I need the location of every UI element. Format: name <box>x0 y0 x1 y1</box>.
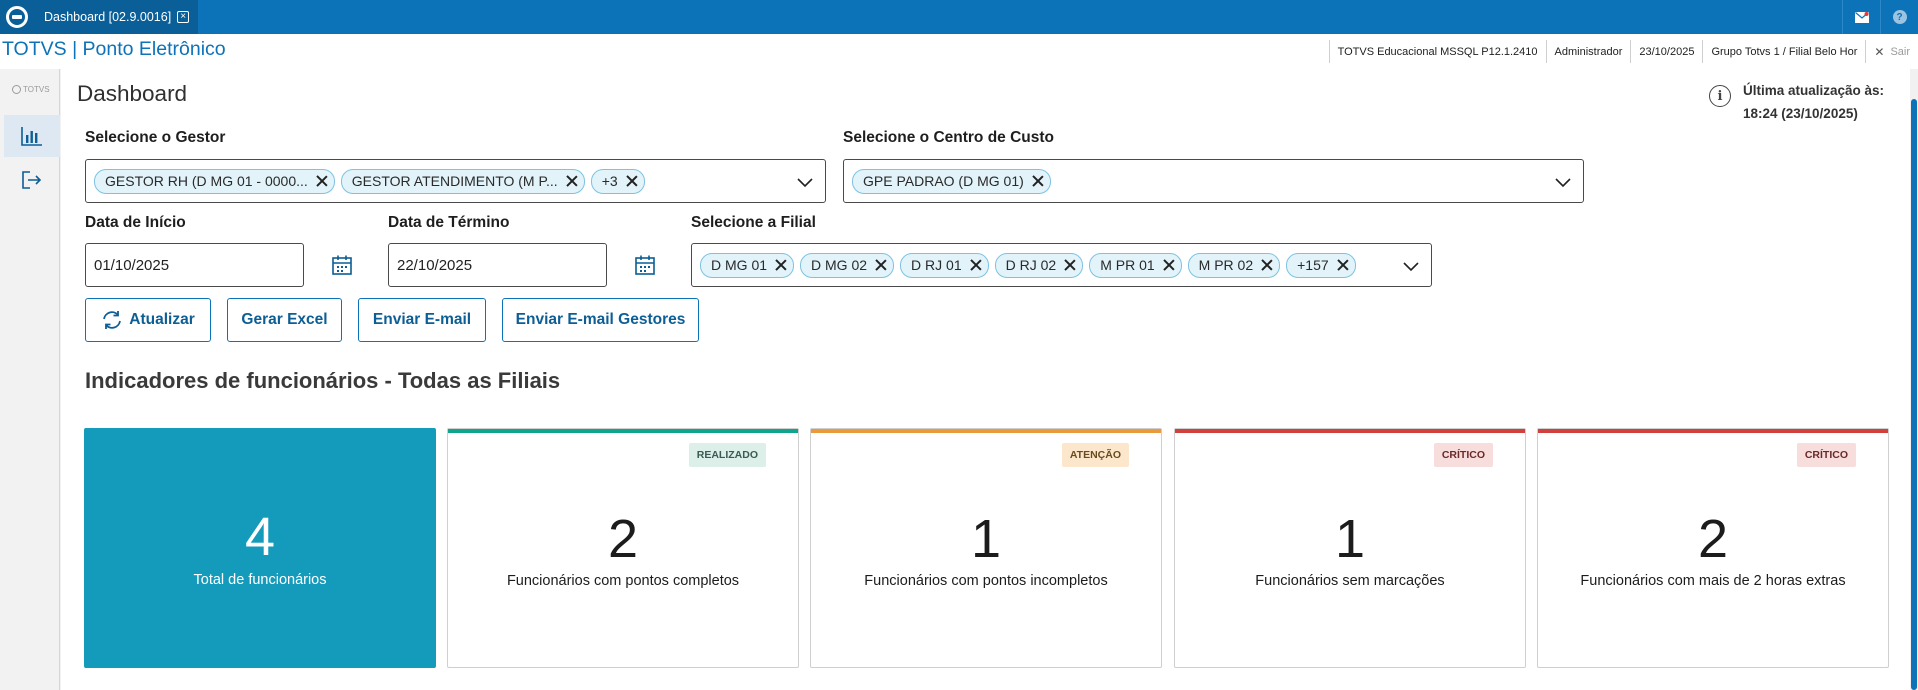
card-pontos-incompletos[interactable]: ATENÇÃO 1 Funcionários com pontos incomp… <box>810 428 1162 668</box>
chip-remove-icon[interactable] <box>1261 259 1273 271</box>
bar-chart-icon <box>21 127 42 146</box>
filial-multiselect[interactable]: D MG 01 D MG 02 D RJ 01 D RJ 02 M PR 01 … <box>691 243 1432 287</box>
totvs-logo-icon[interactable] <box>0 0 34 34</box>
refresh-icon <box>103 311 122 329</box>
status-badge: REALIZADO <box>688 443 766 467</box>
filial-chip: M PR 02 <box>1187 252 1281 278</box>
last-update-label: Última atualização às: <box>1743 83 1885 98</box>
card-value: 4 <box>244 507 276 567</box>
card-label: Funcionários com pontos incompletos <box>864 573 1108 589</box>
mail-icon[interactable] <box>1842 0 1880 34</box>
logout-label: Sair <box>1890 45 1910 58</box>
sidebar-item-logout[interactable] <box>4 159 60 201</box>
header: TOTVS | Ponto Eletrônico TOTVS Educacion… <box>0 34 1918 69</box>
exit-icon <box>22 171 42 189</box>
gestor-chip: GESTOR RH (D MG 01 - 0000... <box>94 168 335 194</box>
branch-info: Grupo Totvs 1 / Filial Belo Hor <box>1702 40 1865 63</box>
scrollbar[interactable] <box>1910 69 1918 690</box>
chip-remove-icon[interactable] <box>1337 259 1349 271</box>
last-update: i Última atualização às: 18:24 (23/10/20… <box>1709 79 1884 125</box>
logout-button[interactable]: ✕ Sair <box>1865 40 1918 63</box>
status-badge: CRÍTICO <box>1433 443 1493 467</box>
chevron-down-icon[interactable] <box>1403 258 1419 274</box>
card-value: 2 <box>1697 509 1729 569</box>
sidebar-item-dashboard[interactable] <box>4 115 60 157</box>
data-inicio-label: Data de Início <box>85 214 186 231</box>
card-value: 1 <box>1334 509 1366 569</box>
chip-remove-icon[interactable] <box>1064 259 1076 271</box>
filial-chip: D RJ 01 <box>900 252 989 278</box>
gestor-multiselect[interactable]: GESTOR RH (D MG 01 - 0000... GESTOR ATEN… <box>85 159 826 203</box>
data-termino-label: Data de Término <box>388 214 510 231</box>
atualizar-button[interactable]: Atualizar <box>85 298 211 342</box>
centro-custo-multiselect[interactable]: GPE PADRAO (D MG 01) <box>843 159 1584 203</box>
indicators-title: Indicadores de funcionários - Todas as F… <box>85 368 561 393</box>
chip-remove-icon[interactable] <box>970 259 982 271</box>
chevron-down-icon[interactable] <box>797 174 813 190</box>
top-bar: Dashboard [02.9.0016] × ? <box>0 0 1918 34</box>
calendar-icon[interactable] <box>634 254 656 276</box>
chip-remove-icon[interactable] <box>566 175 578 187</box>
enviar-email-gestores-button[interactable]: Enviar E-mail Gestores <box>502 298 699 342</box>
enviar-email-button[interactable]: Enviar E-mail <box>358 298 486 342</box>
tab-label: Dashboard [02.9.0016] <box>44 10 172 24</box>
card-horas-extras[interactable]: CRÍTICO 2 Funcionários com mais de 2 hor… <box>1537 428 1889 668</box>
chip-remove-icon[interactable] <box>775 259 787 271</box>
chip-remove-icon[interactable] <box>875 259 887 271</box>
card-label: Funcionários sem marcações <box>1255 573 1445 589</box>
card-value: 1 <box>970 509 1002 569</box>
card-pontos-completos[interactable]: REALIZADO 2 Funcionários com pontos comp… <box>447 428 799 668</box>
chip-remove-icon[interactable] <box>626 175 638 187</box>
user-name: Administrador <box>1545 40 1631 63</box>
session-info: TOTVS Educacional MSSQL P12.1.2410 Admin… <box>1328 40 1918 63</box>
gestor-chip-more: +3 <box>590 168 645 194</box>
side-nav: TOTVS <box>0 69 60 690</box>
help-icon[interactable]: ? <box>1880 0 1918 34</box>
info-icon[interactable]: i <box>1709 85 1731 107</box>
last-update-value: 18:24 (23/10/2025) <box>1743 106 1858 121</box>
gestor-chip: GESTOR ATENDIMENTO (M P... <box>340 168 585 194</box>
status-badge: CRÍTICO <box>1796 443 1856 467</box>
chevron-down-icon[interactable] <box>1555 174 1571 190</box>
card-label: Funcionários com mais de 2 horas extras <box>1580 573 1846 589</box>
chip-remove-icon[interactable] <box>1032 175 1044 187</box>
tab-close-icon[interactable]: × <box>177 11 190 23</box>
chip-remove-icon[interactable] <box>1163 259 1175 271</box>
session-date: 23/10/2025 <box>1630 40 1702 63</box>
main-content: Dashboard i Última atualização às: 18:24… <box>61 69 1918 690</box>
system-info: TOTVS Educacional MSSQL P12.1.2410 <box>1328 40 1546 63</box>
centro-custo-label: Selecione o Centro de Custo <box>843 129 1055 146</box>
filial-chip: D MG 02 <box>800 252 895 278</box>
card-label: Funcionários com pontos completos <box>506 573 740 589</box>
data-termino-input[interactable]: 22/10/2025 <box>388 243 607 287</box>
card-label: Total de funcionários <box>193 572 327 588</box>
card-value: 2 <box>607 509 639 569</box>
centro-custo-chip: GPE PADRAO (D MG 01) <box>852 168 1051 194</box>
data-inicio-input[interactable]: 01/10/2025 <box>85 243 304 287</box>
card-total-funcionarios[interactable]: 4 Total de funcionários <box>84 428 436 668</box>
filial-chip: D RJ 02 <box>994 252 1084 278</box>
scrollbar-thumb[interactable] <box>1911 99 1917 690</box>
gerar-excel-button[interactable]: Gerar Excel <box>227 298 342 342</box>
chip-remove-icon[interactable] <box>316 175 328 187</box>
totvs-side-logo: TOTVS <box>12 85 50 94</box>
tab-dashboard[interactable]: Dashboard [02.9.0016] × <box>34 0 198 34</box>
close-icon: ✕ <box>1874 44 1885 59</box>
gestor-label: Selecione o Gestor <box>85 129 226 146</box>
status-badge: ATENÇÃO <box>1061 443 1129 467</box>
calendar-icon[interactable] <box>331 254 353 276</box>
filial-label: Selecione a Filial <box>691 214 816 231</box>
filial-chip: M PR 01 <box>1089 252 1182 278</box>
atualizar-label: Atualizar <box>129 311 195 328</box>
card-sem-marcacoes[interactable]: CRÍTICO 1 Funcionários sem marcações <box>1174 428 1526 668</box>
filial-chip-more: +157 <box>1286 252 1356 278</box>
filial-chip: D MG 01 <box>700 252 795 278</box>
app-title: TOTVS | Ponto Eletrônico <box>2 38 226 60</box>
page-title: Dashboard <box>77 81 188 106</box>
